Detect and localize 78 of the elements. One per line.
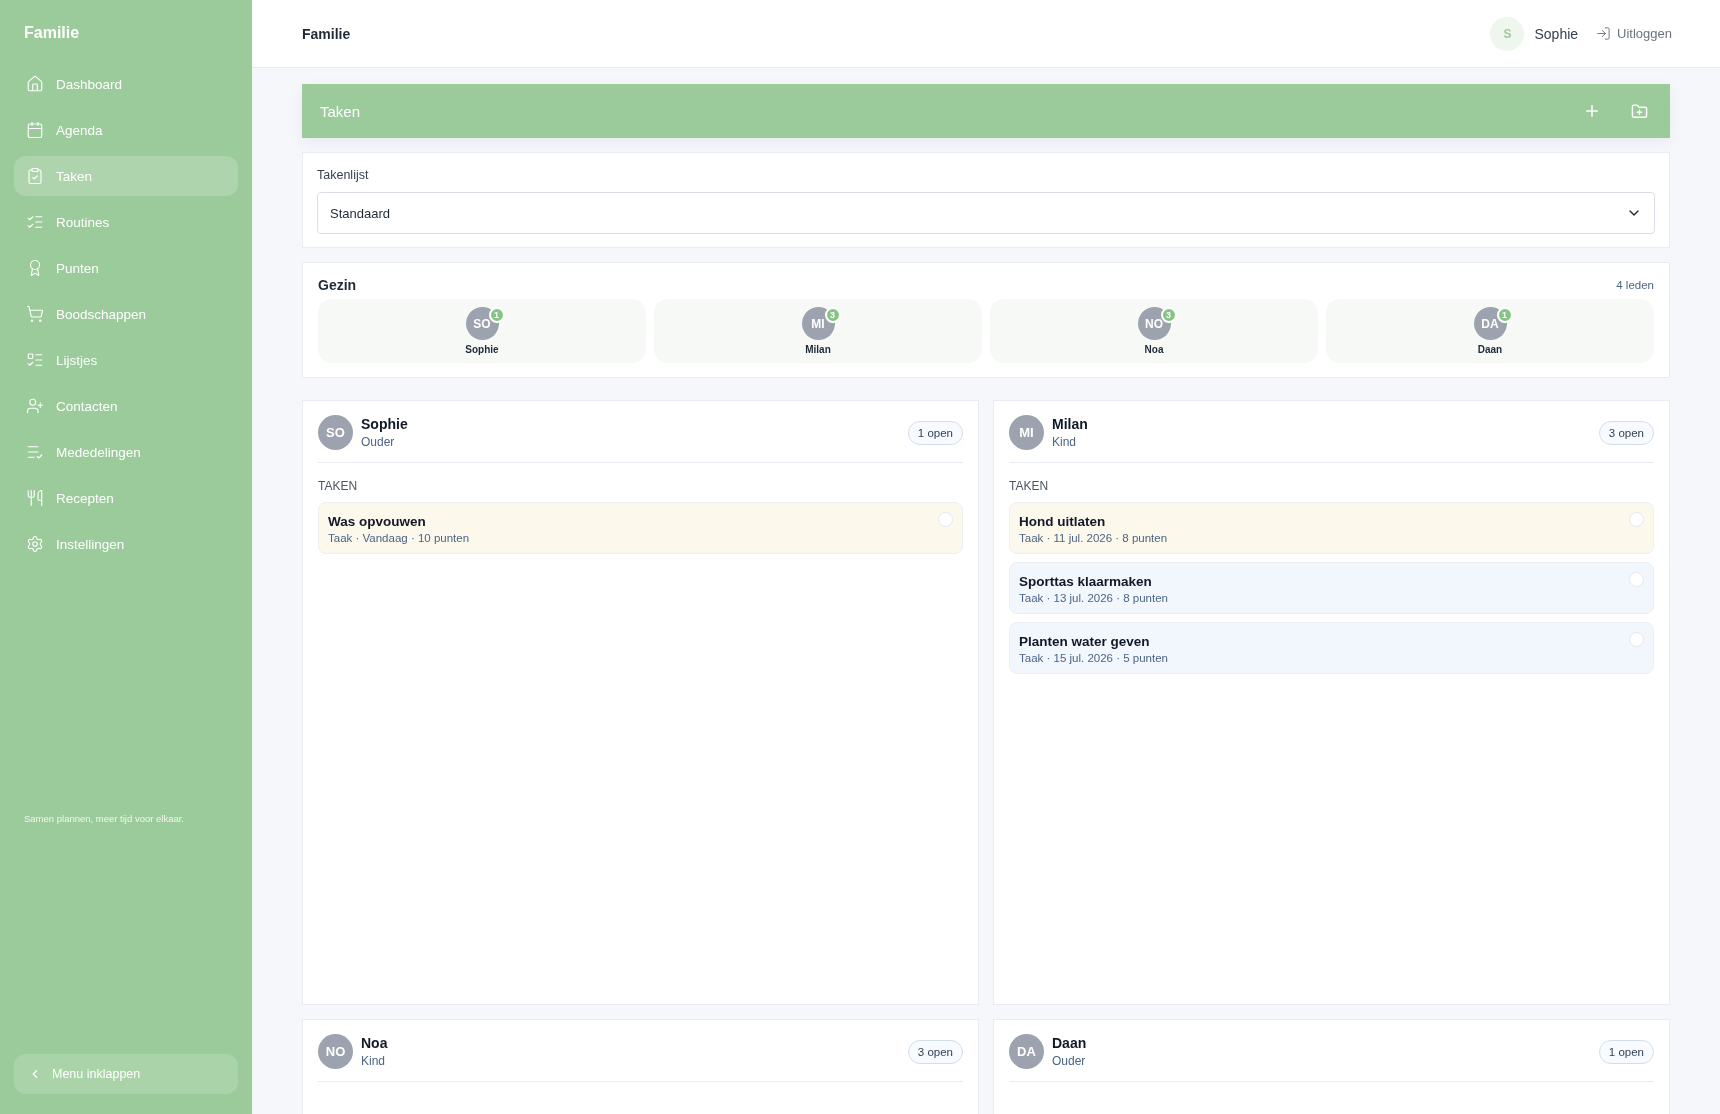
- utensils-icon: [26, 489, 44, 507]
- user-avatar: S: [1490, 16, 1525, 51]
- task-title: Hond uitlaten: [1019, 514, 1107, 529]
- task-meta: Taak · Vandaag · 10 punten: [328, 532, 471, 544]
- nav-item[interactable]: Dashboard: [14, 64, 238, 104]
- task-item[interactable]: Sporttas klaarmaken Taak · 13 jul. 2026 · 8 punten: [1009, 562, 1654, 614]
- task-item[interactable]: Planten water geven Taak · 15 jul. 2026 · 5 punten: [1009, 622, 1654, 674]
- folder-plus-icon: [1631, 102, 1648, 120]
- member-role: Ouder: [361, 435, 396, 449]
- brand: Familie: [23, 24, 81, 42]
- nav-item[interactable]: Taken: [14, 156, 238, 196]
- nav-item[interactable]: Punten: [14, 248, 238, 288]
- nav-item[interactable]: Contacten: [14, 386, 238, 426]
- open-count: 3 open: [907, 1039, 963, 1064]
- checklist-icon: [26, 351, 44, 369]
- open-count: 3 open: [1598, 420, 1654, 445]
- member-role: Kind: [1052, 435, 1078, 449]
- user-name: Sophie: [1534, 25, 1579, 42]
- avatar: NO: [318, 1034, 353, 1069]
- logout-link[interactable]: Uitloggen: [1596, 26, 1672, 41]
- nav-item[interactable]: Routines: [14, 202, 238, 242]
- task-item[interactable]: Was opvouwen Taak · Vandaag · 10 punten: [318, 502, 963, 554]
- member-name: Sophie: [361, 416, 409, 432]
- avatar: DA: [1009, 1034, 1044, 1069]
- clipboard-icon: [26, 167, 44, 185]
- nav-item[interactable]: Instellingen: [14, 524, 238, 564]
- open-count: 1 open: [907, 420, 963, 445]
- member-name: Milan: [1052, 416, 1089, 432]
- avatar: MI: [1009, 415, 1044, 450]
- list-icon: [26, 213, 44, 231]
- task-meta: Taak · 15 jul. 2026 · 5 punten: [1019, 652, 1169, 664]
- member-role: Kind: [361, 1054, 387, 1068]
- member-tile[interactable]: DA 1 Daan: [1326, 299, 1654, 363]
- task-checkbox[interactable]: [1629, 632, 1644, 647]
- nav-item[interactable]: Agenda: [14, 110, 238, 150]
- member-tile[interactable]: NO 3 Noa: [990, 299, 1318, 363]
- user-plus-icon: [26, 397, 44, 415]
- task-checkbox[interactable]: [1629, 572, 1644, 587]
- open-count: 1 open: [1598, 1039, 1654, 1064]
- tagline: Samen plannen, meer tijd voor elkaar.: [23, 813, 185, 824]
- calendar-icon: [26, 121, 44, 139]
- banner-title: Taken: [320, 102, 362, 120]
- member-name: Daan: [1052, 1035, 1088, 1051]
- nav-item[interactable]: Recepten: [14, 478, 238, 518]
- field-label: Takenlijst: [317, 168, 370, 182]
- sign-in-arrow-icon: [1596, 26, 1612, 41]
- member-count: 4 leden: [1616, 279, 1654, 291]
- member-name: Daan: [1477, 344, 1503, 355]
- section-title: TAKEN: [1009, 479, 1050, 493]
- gear-icon: [26, 535, 44, 553]
- task-item[interactable]: Hond uitlaten Taak · 11 jul. 2026 · 8 punten: [1009, 502, 1654, 554]
- cart-icon: [26, 305, 44, 323]
- task-meta: Taak · 11 jul. 2026 · 8 punten: [1019, 532, 1169, 544]
- section-title: TAKEN: [318, 479, 359, 493]
- task-list-select[interactable]: Standaard: [317, 192, 1655, 234]
- member-name: Noa: [1144, 344, 1164, 355]
- list-icon: [26, 443, 44, 461]
- card-title: Gezin: [318, 277, 357, 293]
- collapse-button[interactable]: Menu inklappen: [14, 1054, 238, 1094]
- member-name: Noa: [361, 1035, 389, 1051]
- plus-icon: [1583, 102, 1601, 120]
- member-tile[interactable]: SO 1 Sophie: [318, 299, 646, 363]
- task-meta: Taak · 13 jul. 2026 · 8 punten: [1019, 592, 1169, 604]
- task-title: Sporttas klaarmaken: [1019, 574, 1153, 589]
- member-tile[interactable]: MI 3 Milan: [654, 299, 982, 363]
- avatar: SO: [318, 415, 353, 450]
- task-title: Planten water geven: [1019, 634, 1151, 649]
- member-name: Sophie: [465, 344, 499, 355]
- task-title: Was opvouwen: [328, 514, 427, 529]
- page-title: Familie: [302, 25, 352, 42]
- house-icon: [26, 75, 44, 93]
- task-checkbox[interactable]: [938, 512, 953, 527]
- task-checkbox[interactable]: [1629, 512, 1644, 527]
- nav-item[interactable]: Mededelingen: [14, 432, 238, 472]
- member-role: Ouder: [1052, 1054, 1087, 1068]
- nav-item[interactable]: Lijstjes: [14, 340, 238, 380]
- nav-item[interactable]: Boodschappen: [14, 294, 238, 334]
- member-name: Milan: [805, 344, 831, 355]
